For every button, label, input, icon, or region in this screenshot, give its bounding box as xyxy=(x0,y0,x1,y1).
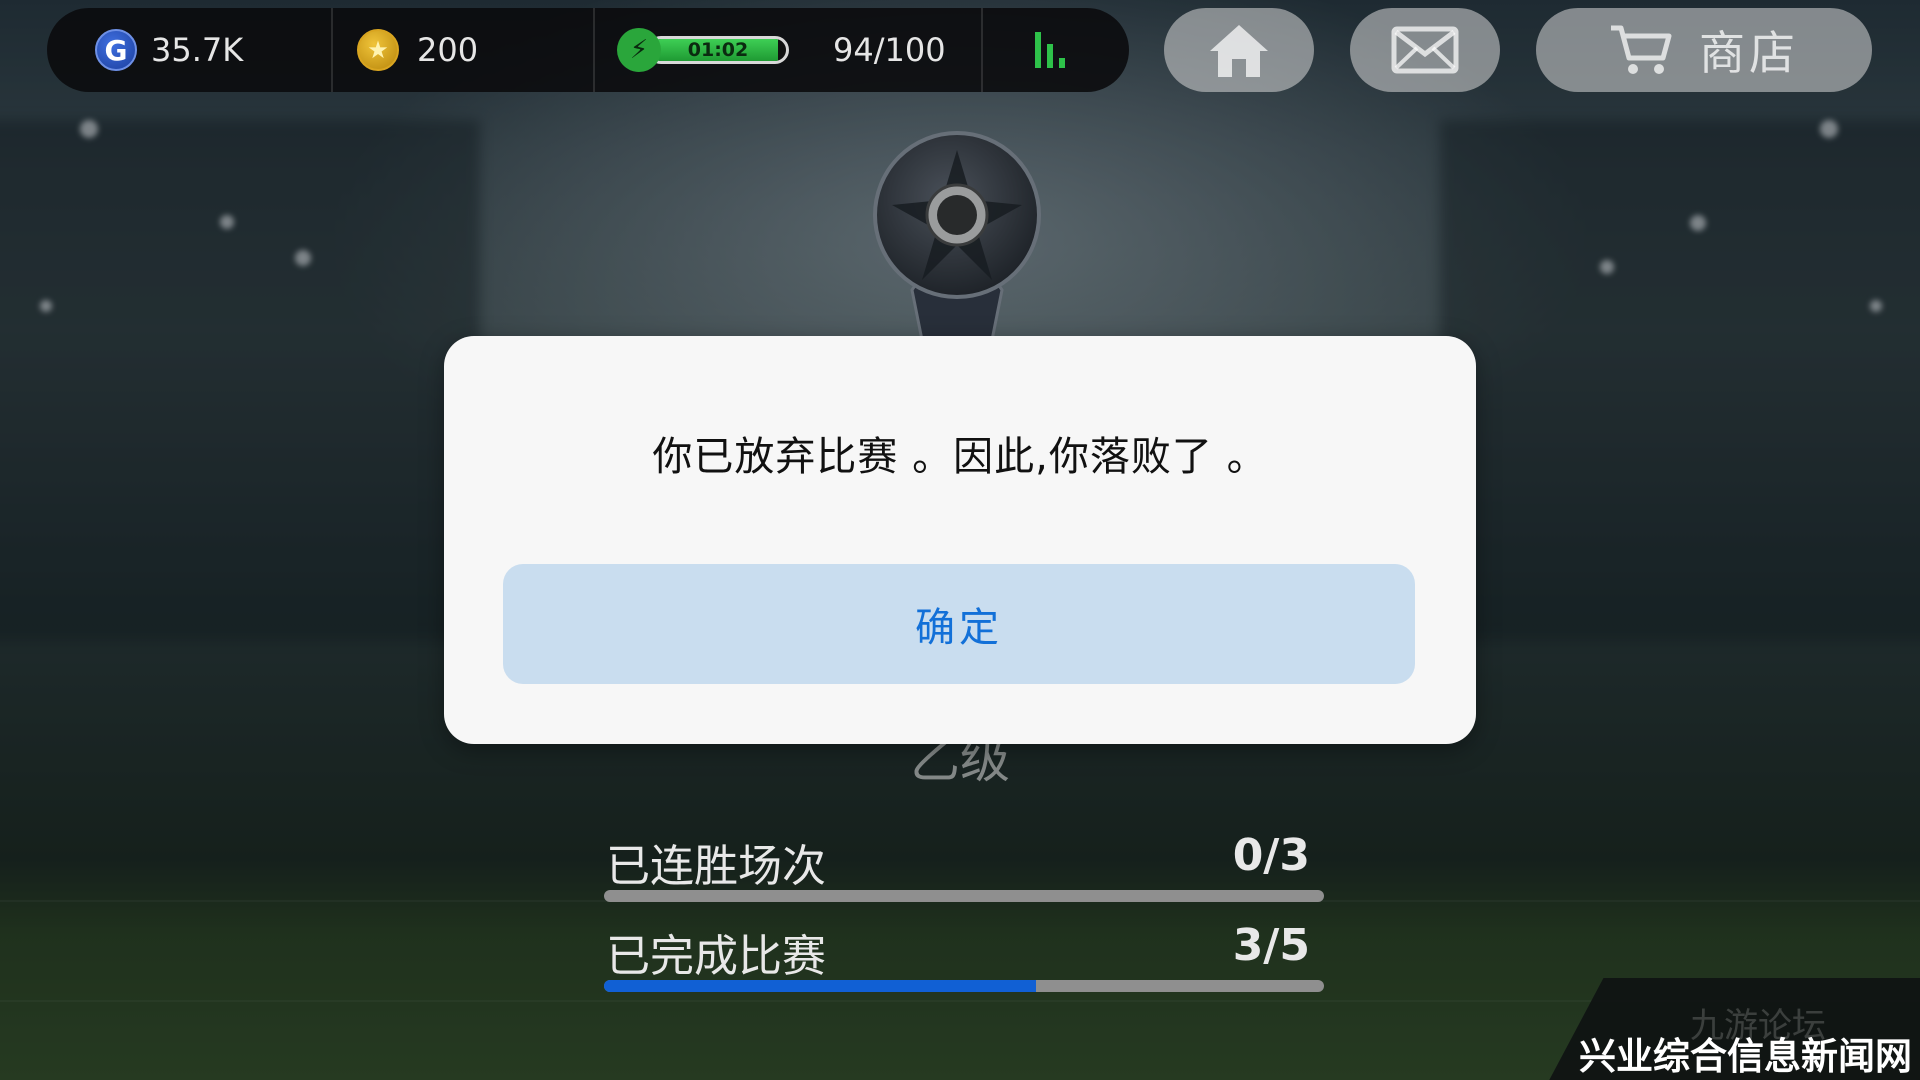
dialog-message: 你已放弃比赛 。因此,你落败了 。 xyxy=(652,434,1268,480)
gp-amount: 35.7K xyxy=(151,31,244,69)
coins-amount: 200 xyxy=(417,31,479,69)
coin-balance[interactable]: ★ 200 xyxy=(333,8,593,92)
star-coin-icon: ★ xyxy=(357,29,399,71)
gp-coin-icon: G xyxy=(95,29,137,71)
home-icon xyxy=(1210,25,1268,77)
win-streak-label: 已连胜场次 xyxy=(606,841,826,892)
progress-row-matches-completed: 已完成比赛 3/5 xyxy=(604,920,1324,992)
lightning-icon: ⚡ xyxy=(617,28,661,72)
progress-row-win-streak: 已连胜场次 0/3 xyxy=(604,830,1324,902)
stats-button[interactable] xyxy=(983,8,1103,92)
matches-completed-value: 3/5 xyxy=(1232,920,1310,971)
mail-button[interactable] xyxy=(1350,8,1500,92)
matches-completed-label: 已完成比赛 xyxy=(606,931,826,982)
currency-hud: G 35.7K ★ 200 ⚡ 01:02 94/100 xyxy=(47,8,1129,92)
matches-completed-progress-fill xyxy=(604,980,1036,992)
win-streak-value: 0/3 xyxy=(1232,830,1310,881)
energy-timer: 01:02 xyxy=(687,39,749,61)
game-screen: 乙级 已连胜场次 0/3 已完成比赛 3/5 G 35.7K ★ 200 ⚡ 0 xyxy=(0,0,1920,1080)
energy-count: 94/100 xyxy=(833,31,946,69)
mail-icon xyxy=(1391,26,1459,74)
site-watermark: 兴业综合信息新闻网 xyxy=(1579,1035,1912,1078)
home-button[interactable] xyxy=(1164,8,1314,92)
energy-bar: 01:02 xyxy=(647,36,789,64)
gp-balance[interactable]: G 35.7K xyxy=(47,8,331,92)
matches-completed-progress-bar xyxy=(604,980,1324,992)
win-streak-progress-bar xyxy=(604,890,1324,902)
energy-meter[interactable]: ⚡ 01:02 94/100 xyxy=(595,8,981,92)
forfeit-dialog: 你已放弃比赛 。因此,你落败了 。 确定 xyxy=(444,336,1476,744)
cart-icon xyxy=(1611,25,1672,74)
shop-button[interactable]: 商店 xyxy=(1536,8,1872,92)
confirm-button[interactable]: 确定 xyxy=(503,564,1415,684)
shop-label: 商店 xyxy=(1699,26,1799,80)
bar-chart-icon xyxy=(1035,32,1065,68)
